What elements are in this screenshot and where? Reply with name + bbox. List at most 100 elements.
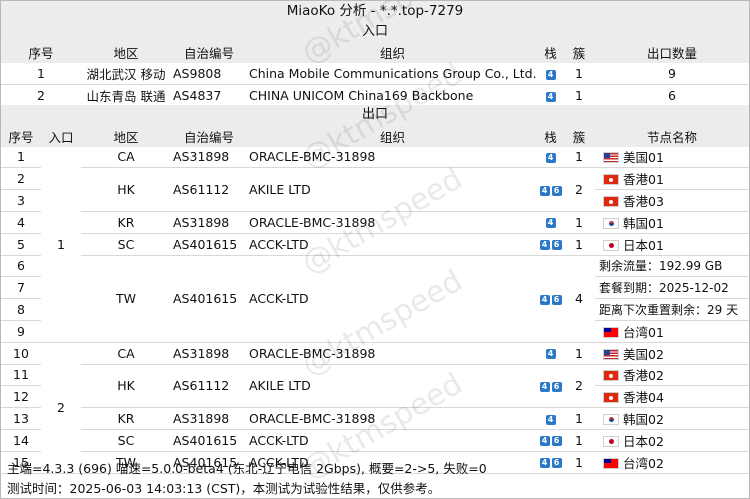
cluster-cell: 4 — [563, 255, 595, 343]
index-cell: 2 — [1, 167, 41, 191]
node-name-cell: 香港02 — [595, 364, 749, 387]
index-cell: 11 — [1, 364, 41, 387]
index-cell: 10 — [1, 342, 41, 365]
stack-cell: 46 — [538, 429, 563, 452]
entry-cell: 2 — [41, 342, 81, 474]
node-name-cell: 韩国02 — [595, 407, 749, 430]
flag-icon — [603, 239, 619, 251]
node-name-label: 距离下次重置剩余：29 天 — [599, 303, 739, 318]
table-row: 10 2 CA AS31898 ORACLE-BMC-31898 4 1 美国02 — [1, 342, 749, 474]
asn-cell: AS31898 — [171, 211, 247, 234]
node-name-cell: 距离下次重置剩余：29 天 — [595, 298, 749, 321]
entry-section-heading: 入口 — [1, 21, 749, 43]
org-cell: AKILE LTD — [247, 167, 538, 212]
node-name-cell: 日本01 — [595, 233, 749, 256]
cluster-cell: 2 — [563, 167, 595, 212]
table-row: 2 山东青岛 联通 AS4837 CHINA UNICOM China169 Back… — [1, 84, 749, 107]
asn-cell: AS9808 — [171, 63, 247, 86]
ip-version-badge: 6 — [551, 381, 562, 392]
node-name-cell: 香港04 — [595, 385, 749, 409]
ip-version-badge: 4 — [545, 152, 556, 163]
region-cell: KR — [81, 211, 171, 234]
footer-summary: 主端=4.3.3 (696) 喵速=5.0.0-beta4 (东北-辽宁电信 2… — [7, 460, 487, 476]
table-row: 4 KR AS31898 ORACLE-BMC-31898 4 1 韩国01 — [1, 211, 749, 234]
node-name-cell: 套餐到期：2025-12-02 — [595, 276, 749, 300]
report-frame: MiaoKo 分析 - *.*.top-7279 入口 序号 地区 自治编号 组… — [0, 0, 750, 499]
node-name-label: 香港02 — [623, 368, 664, 384]
stack-cell: 4 — [538, 63, 563, 86]
ip-version-badge: 4 — [539, 294, 550, 305]
org-cell: China Mobile Communications Group Co., L… — [247, 63, 538, 86]
region-cell: SC — [81, 233, 171, 256]
entry-cell: 1 — [41, 146, 81, 343]
col-header-org: 组织 — [247, 42, 538, 64]
flag-icon — [603, 174, 619, 186]
node-name-label: 剩余流量：192.99 GB — [599, 259, 723, 274]
ip-version-badge: 6 — [551, 240, 562, 251]
stack-cell: 46 — [538, 167, 563, 212]
ip-version-badge: 4 — [539, 240, 550, 251]
asn-cell: AS401615 — [171, 233, 247, 256]
org-cell: ORACLE-BMC-31898 — [247, 211, 538, 234]
index-cell: 13 — [1, 407, 41, 430]
node-name-label: 香港04 — [623, 390, 664, 406]
table-row: 14 SC AS401615 ACCK-LTD 4 6 1 日本02 — [1, 429, 749, 452]
node-name-label: 香港03 — [623, 194, 664, 210]
entry-table-header: 序号 地区 自治编号 组织 栈 簇 出口数量 — [1, 42, 749, 64]
node-name-cell: 香港01 — [595, 167, 749, 191]
node-name-label: 韩国02 — [623, 412, 664, 428]
flag-icon — [603, 217, 619, 229]
cluster-cell: 1 — [563, 342, 595, 365]
node-name-label: 美国01 — [623, 150, 664, 166]
col-header-stack: 栈 — [538, 42, 563, 64]
org-cell: ORACLE-BMC-31898 — [247, 146, 538, 169]
table-row: 2 HK AS61112 AKILE LTD 4 6 2 香港01 — [1, 167, 749, 212]
node-name-label: 韩国01 — [623, 215, 664, 231]
node-name-label: 日本02 — [623, 433, 664, 449]
org-cell: ACCK-LTD — [247, 429, 538, 452]
report-title: MiaoKo 分析 - *.*.top-7279 — [1, 1, 749, 22]
cluster-cell: 1 — [563, 233, 595, 256]
col-header-asn: 自治编号 — [171, 125, 247, 147]
stack-cell: 4 — [538, 84, 563, 107]
asn-cell: AS401615 — [171, 255, 247, 343]
asn-cell: AS31898 — [171, 342, 247, 365]
region-cell: CA — [81, 342, 171, 365]
node-name-label: 日本01 — [623, 237, 664, 253]
flag-icon — [603, 392, 619, 404]
flag-icon — [603, 348, 619, 360]
col-header-index: 序号 — [1, 125, 41, 147]
col-header-org: 组织 — [247, 125, 538, 147]
flag-icon — [603, 196, 619, 208]
cluster-cell: 1 — [563, 211, 595, 234]
region-cell: HK — [81, 364, 171, 409]
node-name-label: 台湾01 — [623, 324, 664, 340]
region-cell: SC — [81, 429, 171, 452]
node-name-cell: 台湾01 — [595, 320, 749, 343]
ip-version-badge: 6 — [551, 185, 562, 196]
index-cell: 1 — [1, 146, 41, 169]
footer-test-time: 测试时间：2025-06-03 14:03:13 (CST)，本测试为试验性结果… — [7, 481, 441, 497]
cluster-cell: 1 — [563, 146, 595, 169]
ip-version-badge: 6 — [551, 436, 562, 447]
exit-count-cell: 9 — [595, 63, 749, 86]
region-cell: TW — [81, 255, 171, 343]
index-cell: 6 — [1, 255, 41, 278]
ip-version-badge: 4 — [539, 436, 550, 447]
cluster-cell: 1 — [563, 63, 595, 86]
col-header-exit-count: 出口数量 — [595, 42, 749, 64]
node-name-cell: 日本02 — [595, 429, 749, 452]
exit-table-header: 序号 入口 地区 自治编号 组织 栈 簇 节点名称 — [1, 125, 749, 147]
index-cell: 9 — [1, 320, 41, 343]
org-cell: ACCK-LTD — [247, 255, 538, 343]
col-header-cluster: 簇 — [563, 125, 595, 147]
table-row: 13 KR AS31898 ORACLE-BMC-31898 4 1 韩国02 — [1, 407, 749, 430]
index-cell: 14 — [1, 429, 41, 452]
ip-version-badge: 6 — [551, 294, 562, 305]
col-header-region: 地区 — [81, 125, 171, 147]
exit-section-heading: 出口 — [1, 105, 749, 126]
cluster-cell: 1 — [563, 407, 595, 430]
table-row: 11 HK AS61112 AKILE LTD 4 6 2 香港02 — [1, 364, 749, 409]
index-cell: 4 — [1, 211, 41, 234]
ip-version-badge: 4 — [545, 349, 556, 360]
